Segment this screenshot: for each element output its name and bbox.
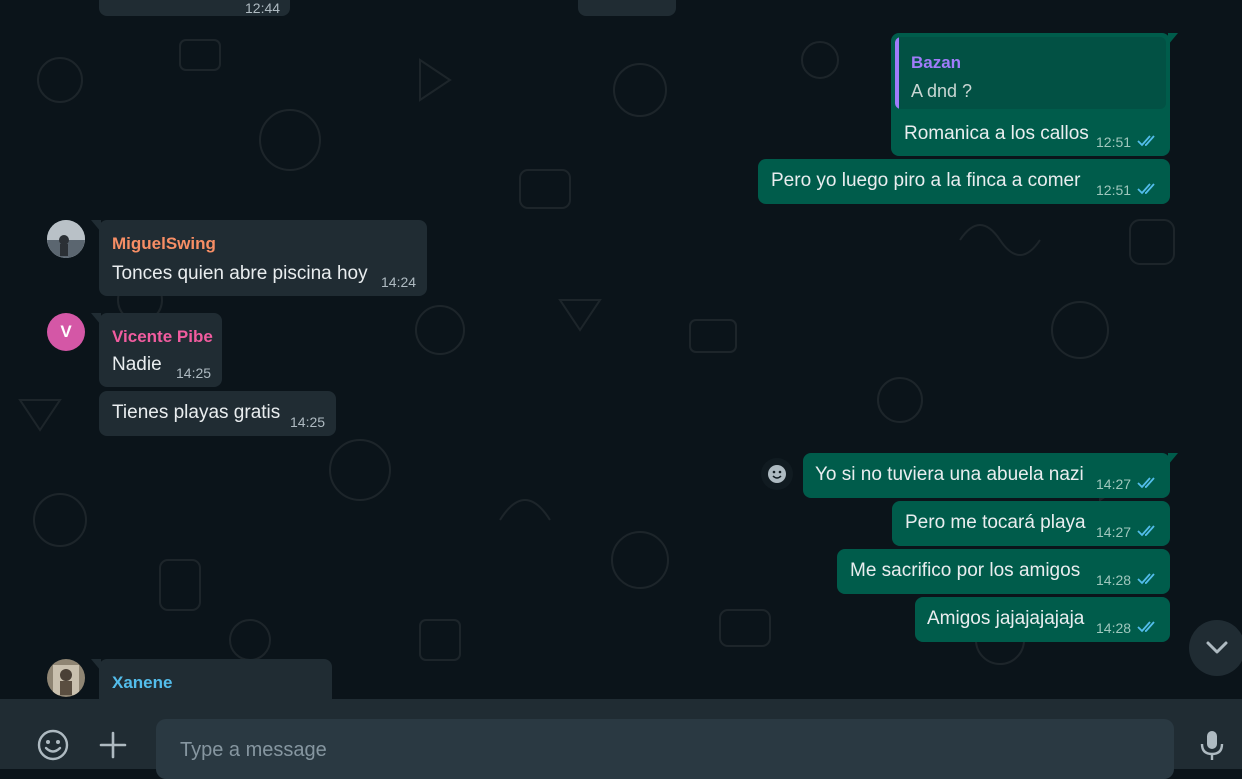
message-bubble-outgoing[interactable]: Pero yo luego piro a la finca a comer 12…: [758, 159, 1170, 204]
quoted-message[interactable]: Bazan A dnd ?: [895, 37, 1166, 109]
message-time: 14:28: [1096, 620, 1132, 636]
attach-button[interactable]: [93, 725, 133, 765]
avatar-miguelswing[interactable]: [47, 220, 85, 258]
composer-bar: [0, 699, 1242, 779]
double-check-icon: [1137, 477, 1155, 489]
message-time: 12:44: [245, 0, 281, 16]
message-text: Nadie: [112, 354, 162, 375]
message-bubble-outgoing[interactable]: Pero me tocará playa 14:27: [892, 501, 1170, 546]
message-text: Pero me tocará playa: [905, 512, 1086, 533]
double-check-icon: [1137, 183, 1155, 195]
message-time: 14:25: [290, 414, 326, 430]
message-time: 14:25: [176, 365, 212, 381]
message-time: 14:27: [1096, 524, 1132, 540]
message-bubble-partial[interactable]: 12:44: [99, 0, 290, 16]
double-check-icon: [1137, 621, 1155, 633]
message-bubble-outgoing[interactable]: Yo si no tuviera una abuela nazi 14:27: [803, 453, 1178, 498]
sender-name: MiguelSwing: [112, 234, 216, 253]
voice-message-button[interactable]: [1192, 725, 1232, 765]
bubble-tail: [91, 659, 101, 671]
message-input[interactable]: [178, 733, 1142, 767]
message-bubble-incoming[interactable]: Tienes playas gratis 14:25: [99, 391, 336, 436]
bubble-tail: [1168, 33, 1178, 45]
bubble-tail: [91, 313, 101, 325]
react-smiley-icon[interactable]: [761, 458, 793, 490]
sender-name: Vicente Pibe: [112, 327, 213, 346]
message-bubble-incoming[interactable]: Vicente Pibe Nadie 14:25: [91, 313, 222, 387]
double-check-icon: [1137, 573, 1155, 585]
emoji-button[interactable]: [33, 725, 73, 765]
message-bubble-outgoing[interactable]: Amigos jajajajajaja 14:28: [915, 597, 1170, 642]
quote-bar: [895, 37, 899, 109]
message-bubble-outgoing[interactable]: Me sacrifico por los amigos 14:28: [837, 549, 1170, 594]
smiley-icon: [37, 729, 69, 761]
message-time: 14:27: [1096, 476, 1132, 492]
quoted-sender: Bazan: [911, 53, 962, 72]
chevron-down-icon: [1206, 641, 1228, 654]
message-text: Romanica a los callos: [904, 123, 1089, 144]
avatar-letter: V: [60, 322, 72, 341]
scroll-to-bottom-button[interactable]: [1189, 620, 1242, 676]
message-text: Tienes playas gratis: [112, 402, 281, 423]
message-bubble-outgoing[interactable]: Bazan A dnd ? Romanica a los callos 12:5…: [891, 33, 1178, 156]
message-input-container: [156, 719, 1174, 779]
message-bubble-partial[interactable]: [578, 0, 676, 16]
message-text: Yo si no tuviera una abuela nazi: [815, 464, 1084, 485]
message-time: 14:28: [1096, 572, 1132, 588]
message-time: 12:51: [1096, 182, 1132, 198]
sender-name: Xanene: [112, 673, 173, 692]
double-check-icon: [1137, 525, 1155, 537]
bubble-tail: [1168, 453, 1178, 465]
message-time: 14:24: [381, 274, 417, 290]
avatar-vicente-pibe[interactable]: V: [47, 313, 85, 351]
message-text: Me sacrifico por los amigos: [850, 560, 1081, 581]
message-bubble-incoming[interactable]: MiguelSwing Tonces quien abre piscina ho…: [91, 220, 427, 296]
bubble-tail: [91, 220, 101, 232]
mic-icon: [1200, 731, 1224, 760]
message-bubble-incoming[interactable]: Xanene: [91, 659, 332, 699]
avatar-xanene[interactable]: [47, 659, 85, 697]
chat-area: 12:44 Bazan A dnd ? Romanica a los callo…: [0, 0, 1242, 699]
plus-icon: [99, 731, 127, 759]
message-text: Amigos jajajajajaja: [927, 608, 1085, 629]
message-text: Tonces quien abre piscina hoy: [112, 263, 368, 284]
double-check-icon: [1137, 135, 1155, 147]
message-text: Pero yo luego piro a la finca a comer: [771, 170, 1081, 191]
quoted-text: A dnd ?: [911, 81, 973, 101]
message-time: 12:51: [1096, 134, 1132, 150]
